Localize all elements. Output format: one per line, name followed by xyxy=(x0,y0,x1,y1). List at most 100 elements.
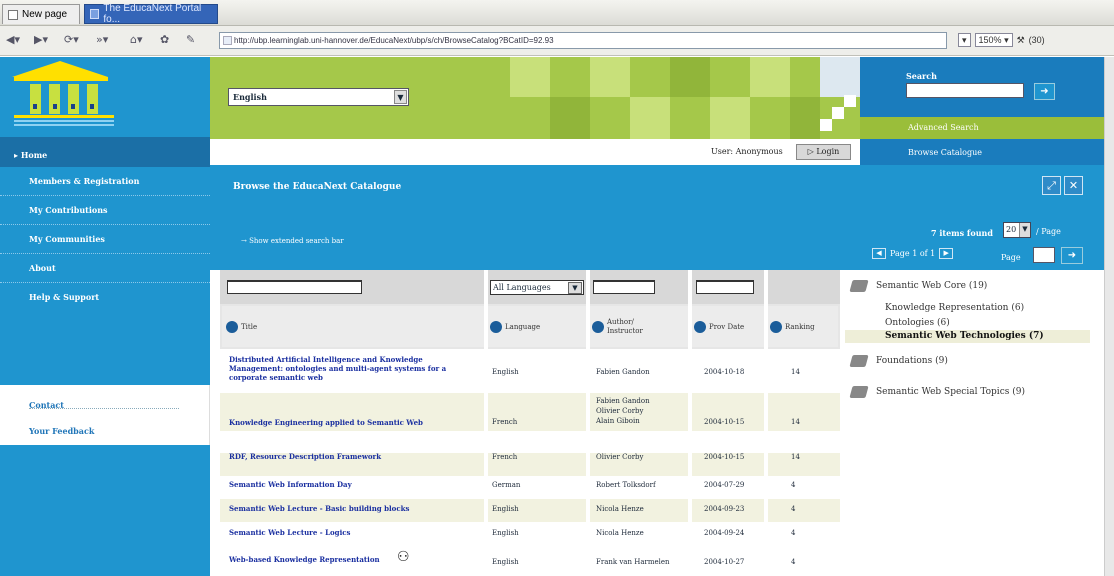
cell-author: Fabien Gandon xyxy=(596,368,650,376)
login-button[interactable]: ▷ Login xyxy=(796,144,851,160)
favicon-icon xyxy=(223,36,232,45)
url-field[interactable]: http://ubp.learninglab.uni-hannover.de/E… xyxy=(219,32,947,49)
tree-node-label: Semantic Web Special Topics (9) xyxy=(876,387,1025,397)
knowledge-graph-icon: ⚇ xyxy=(397,549,410,565)
book-icon xyxy=(849,386,869,398)
divider xyxy=(29,408,179,409)
pager-text: Page 1 of 1 xyxy=(890,249,936,258)
tab-educanext[interactable]: The EducaNext Portal fo... xyxy=(84,3,218,25)
resource-title-link[interactable]: Distributed Artificial Intelligence and … xyxy=(229,355,479,382)
header-icons: ⤢ ✕ xyxy=(1042,176,1083,195)
sidebar-item-contributions[interactable]: My Contributions xyxy=(0,196,210,225)
column-header-date[interactable]: Prov Date xyxy=(692,306,764,347)
sidebar-item-label: About xyxy=(29,263,56,273)
feedback-link[interactable]: Your Feedback xyxy=(29,426,94,436)
tree-child-knowledge-representation[interactable]: Knowledge Representation (6) xyxy=(885,303,1024,313)
edit-icon[interactable]: ✎ xyxy=(186,33,195,46)
close-icon[interactable]: ✕ xyxy=(1064,176,1083,195)
tools-icon[interactable]: ⚒ xyxy=(1017,35,1025,46)
back-icon[interactable]: ◀▾ xyxy=(6,33,20,46)
scrollbar[interactable] xyxy=(1104,57,1114,576)
column-header-title[interactable]: Title xyxy=(222,306,484,347)
search-input[interactable] xyxy=(906,83,1024,98)
author-filter-input[interactable] xyxy=(593,280,655,294)
search-go-button[interactable]: ➜ xyxy=(1034,83,1055,100)
column-header-language[interactable]: Language xyxy=(488,306,586,347)
forward-icon[interactable]: ▶▾ xyxy=(34,33,48,46)
reload-icon[interactable]: »▾ xyxy=(96,33,108,46)
column-header-author[interactable]: Author/ Instructor xyxy=(590,306,688,347)
sidebar-item-about[interactable]: About xyxy=(0,254,210,283)
page-icon xyxy=(8,9,18,20)
cell-author: Nicola Henze xyxy=(596,505,644,513)
sidebar-item-home[interactable]: ▸ Home xyxy=(0,137,210,167)
chevron-down-icon: ▼ xyxy=(1019,223,1030,237)
cell-date: 2004-07-29 xyxy=(704,481,745,489)
language-select-value: English xyxy=(233,92,267,102)
extra-count: (30) xyxy=(1028,35,1045,45)
sidebar-item-label: My Contributions xyxy=(29,205,108,215)
cell-language: English xyxy=(492,368,519,376)
cell-date: 2004-10-15 xyxy=(704,418,745,426)
sidebar-footer xyxy=(0,385,210,445)
settings-icon[interactable]: ✿ xyxy=(160,33,169,46)
tree-node-semantic-web-core[interactable]: Semantic Web Core (19) xyxy=(849,280,988,292)
browse-catalogue-link[interactable]: Browse Catalogue xyxy=(860,139,1114,165)
advanced-search-label: Advanced Search xyxy=(908,123,979,132)
sort-icon xyxy=(226,320,238,333)
cell-ranking: 14 xyxy=(791,453,800,461)
show-extended-search-link[interactable]: → Show extended search bar xyxy=(241,237,344,245)
tab-new-page[interactable]: New page xyxy=(2,4,80,24)
language-select[interactable]: English ▼ xyxy=(228,88,409,106)
sidebar-item-communities[interactable]: My Communities xyxy=(0,225,210,254)
page-input[interactable] xyxy=(1033,247,1055,263)
date-filter-input[interactable] xyxy=(696,280,754,294)
language-filter-value: All Languages xyxy=(493,283,551,292)
title-filter-input[interactable] xyxy=(227,280,362,294)
tree-child-ontologies[interactable]: Ontologies (6) xyxy=(885,318,950,328)
cell-language: English xyxy=(492,505,519,513)
resource-title-link[interactable]: Knowledge Engineering applied to Semanti… xyxy=(229,418,479,427)
chevron-down-icon: ▼ xyxy=(568,282,582,294)
sidebar-item-help[interactable]: Help & Support xyxy=(0,283,210,312)
page-go-button[interactable]: ➜ xyxy=(1061,247,1083,264)
tree-child-semantic-web-technologies[interactable]: Semantic Web Technologies (7) xyxy=(885,331,1044,341)
resource-title-link[interactable]: Semantic Web Lecture - Basic building bl… xyxy=(229,504,479,513)
cell-language: German xyxy=(492,481,521,489)
table-row xyxy=(220,431,840,453)
home-icon[interactable]: ⌂▾ xyxy=(130,33,143,46)
cell-ranking: 4 xyxy=(791,505,796,513)
cell-language: English xyxy=(492,558,519,566)
advanced-search-link[interactable]: Advanced Search xyxy=(860,117,1114,139)
browser-tab-bar: New page The EducaNext Portal fo... xyxy=(0,0,1114,26)
history-icon[interactable]: ⟳▾ xyxy=(64,33,79,46)
resource-title-link[interactable]: Semantic Web Information Day xyxy=(229,480,479,489)
zoom-value: 150% xyxy=(978,35,1002,45)
tab-label: New page xyxy=(22,9,68,20)
resource-title-link[interactable]: Semantic Web Lecture - Logics xyxy=(229,528,479,537)
sort-icon xyxy=(490,320,502,333)
sidebar-item-members[interactable]: Members & Registration xyxy=(0,167,210,196)
resource-title-link[interactable]: Web-based Knowledge Representation xyxy=(229,555,399,564)
cell-ranking: 14 xyxy=(791,418,800,426)
zoom-select[interactable]: 150% ▾ xyxy=(974,33,1013,47)
cell-date: 2004-09-24 xyxy=(704,529,745,537)
tree-node-label: Semantic Web Core (19) xyxy=(876,281,988,291)
show-extended-label: Show extended search bar xyxy=(249,237,344,245)
per-page-select[interactable]: 20 ▼ xyxy=(1003,222,1031,238)
cell-ranking: 4 xyxy=(791,558,796,566)
resize-icon[interactable]: ⤢ xyxy=(1042,176,1061,195)
next-page-icon[interactable]: ▶ xyxy=(939,248,954,259)
language-filter-select[interactable]: All Languages ▼ xyxy=(490,280,584,295)
tree-node-special-topics[interactable]: Semantic Web Special Topics (9) xyxy=(849,386,1025,398)
resource-title-link[interactable]: RDF, Resource Description Framework xyxy=(229,452,479,461)
column-label: Language xyxy=(505,322,541,331)
sidebar-item-label: Home xyxy=(20,150,48,160)
column-divider xyxy=(688,270,692,576)
tree-node-foundations[interactable]: Foundations (9) xyxy=(849,355,948,367)
cell-date: 2004-10-27 xyxy=(704,558,745,566)
dropdown-icon[interactable]: ▾ xyxy=(958,33,971,47)
cell-date: 2004-10-15 xyxy=(704,453,745,461)
column-header-ranking[interactable]: Ranking xyxy=(768,306,838,347)
prev-page-icon[interactable]: ◀ xyxy=(872,248,886,259)
